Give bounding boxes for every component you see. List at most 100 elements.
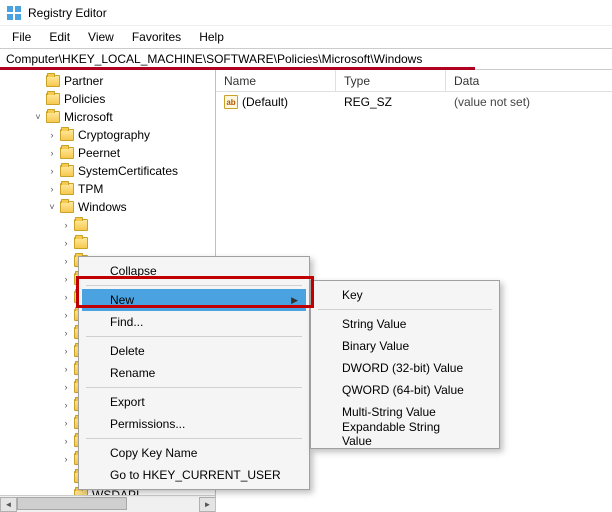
chevron-right-icon[interactable]: › — [60, 273, 72, 285]
chevron-down-icon[interactable]: ˅ — [46, 201, 58, 213]
tree-item[interactable]: Policies — [0, 90, 215, 108]
tree-item-label: SystemCertificates — [78, 164, 178, 178]
chevron-right-icon[interactable]: › — [60, 381, 72, 393]
chevron-right-icon[interactable]: › — [60, 435, 72, 447]
tree-item[interactable]: › — [0, 216, 215, 234]
col-name[interactable]: Name — [216, 70, 336, 91]
menu-item-label: Rename — [110, 366, 155, 380]
menu-item-label: Multi-String Value — [342, 405, 436, 419]
menu-separator — [86, 285, 302, 286]
menu-item-label: Delete — [110, 344, 145, 358]
folder-icon — [74, 237, 88, 249]
tree-item-label: Peernet — [78, 146, 120, 160]
menu-item-delete[interactable]: Delete — [82, 340, 306, 362]
col-data[interactable]: Data — [446, 70, 612, 91]
menu-item-label: Permissions... — [110, 417, 185, 431]
submenu-arrow-icon: ▶ — [291, 295, 298, 306]
menu-item-label: Find... — [110, 315, 143, 329]
menu-item-label: Go to HKEY_CURRENT_USER — [110, 468, 281, 482]
menu-favorites[interactable]: Favorites — [124, 28, 189, 46]
tree-item[interactable]: › Peernet — [0, 144, 215, 162]
menu-view[interactable]: View — [80, 28, 122, 46]
value-data: (value not set) — [446, 95, 612, 109]
tree-item[interactable]: Partner — [0, 72, 215, 90]
chevron-right-icon[interactable]: › — [46, 147, 58, 159]
menu-item-rename[interactable]: Rename — [82, 362, 306, 384]
tree-hscrollbar[interactable]: ◄ ► — [0, 495, 216, 512]
tree-item[interactable]: ˅ Microsoft — [0, 108, 215, 126]
address-bar — [0, 48, 612, 70]
chevron-right-icon[interactable]: › — [60, 309, 72, 321]
chevron-right-icon[interactable]: › — [60, 237, 72, 249]
chevron-right-icon[interactable]: › — [46, 129, 58, 141]
value-name: (Default) — [242, 95, 288, 109]
menu-item-collapse[interactable]: Collapse — [82, 260, 306, 282]
menu-item-find-[interactable]: Find... — [82, 311, 306, 333]
chevron-right-icon[interactable]: › — [60, 399, 72, 411]
tree-item[interactable]: ˅ Windows — [0, 198, 215, 216]
menu-item-label: Key — [342, 288, 363, 302]
folder-icon — [46, 75, 60, 87]
context-submenu-new: Key String Value Binary Value DWORD (32-bit… — [310, 280, 500, 449]
tree-item-label: Cryptography — [78, 128, 150, 142]
submenu-item-binary-value[interactable]: Binary Value — [314, 335, 496, 357]
chevron-right-icon[interactable]: › — [46, 183, 58, 195]
menu-item-go-to-hkey-current-user[interactable]: Go to HKEY_CURRENT_USER — [82, 464, 306, 486]
menu-item-permissions-[interactable]: Permissions... — [82, 413, 306, 435]
submenu-item-dword-bit-value[interactable]: DWORD (32-bit) Value — [314, 357, 496, 379]
menu-separator — [318, 309, 492, 310]
folder-icon — [60, 201, 74, 213]
chevron-right-icon[interactable]: › — [60, 327, 72, 339]
scroll-left-icon[interactable]: ◄ — [0, 497, 17, 512]
tree-item-label: Windows — [78, 200, 127, 214]
menu-item-export[interactable]: Export — [82, 391, 306, 413]
chevron-right-icon[interactable]: › — [60, 345, 72, 357]
menu-help[interactable]: Help — [191, 28, 232, 46]
col-type[interactable]: Type — [336, 70, 446, 91]
chevron-right-icon[interactable]: › — [60, 453, 72, 465]
menu-item-label: QWORD (64-bit) Value — [342, 383, 464, 397]
tree-item[interactable]: › Cryptography — [0, 126, 215, 144]
scroll-thumb[interactable] — [17, 497, 127, 510]
submenu-item-qword-bit-value[interactable]: QWORD (64-bit) Value — [314, 379, 496, 401]
menu-separator — [86, 438, 302, 439]
menu-item-label: String Value — [342, 317, 406, 331]
menu-item-label: Binary Value — [342, 339, 409, 353]
submenu-item-expandable-string-value[interactable]: Expandable String Value — [314, 423, 496, 445]
folder-icon — [46, 93, 60, 105]
chevron-right-icon[interactable]: › — [60, 363, 72, 375]
value-row[interactable]: ab (Default) REG_SZ (value not set) — [216, 92, 612, 112]
chevron-right-icon[interactable]: › — [60, 417, 72, 429]
chevron-right-icon[interactable]: › — [60, 255, 72, 267]
window-title: Registry Editor — [28, 6, 107, 20]
menu-edit[interactable]: Edit — [41, 28, 78, 46]
twisty-none — [32, 75, 44, 87]
chevron-down-icon[interactable]: ˅ — [32, 111, 44, 123]
scroll-right-icon[interactable]: ► — [199, 497, 216, 512]
menu-item-copy-key-name[interactable]: Copy Key Name — [82, 442, 306, 464]
tree-item-label: Partner — [64, 74, 103, 88]
tree-item[interactable]: ›TPM — [0, 180, 215, 198]
menu-item-new[interactable]: New ▶ — [82, 289, 306, 311]
tree-item-label: Microsoft — [64, 110, 113, 124]
scroll-track[interactable] — [17, 497, 199, 512]
menu-separator — [86, 387, 302, 388]
submenu-item-string-value[interactable]: String Value — [314, 313, 496, 335]
menu-item-label: Collapse — [110, 264, 157, 278]
chevron-right-icon[interactable]: › — [60, 219, 72, 231]
menu-item-label: New — [110, 293, 134, 307]
tree-item[interactable]: › — [0, 234, 215, 252]
folder-icon — [74, 219, 88, 231]
submenu-item-key[interactable]: Key — [314, 284, 496, 306]
chevron-right-icon[interactable]: › — [46, 165, 58, 177]
chevron-right-icon[interactable]: › — [60, 291, 72, 303]
main: Partner Policies ˅ Microsoft › Cryptography › P… — [0, 70, 612, 512]
folder-icon — [46, 111, 60, 123]
twisty-none — [60, 471, 72, 483]
tree-item[interactable]: › SystemCertificates — [0, 162, 215, 180]
address-input[interactable] — [4, 51, 608, 67]
titlebar: Registry Editor — [0, 0, 612, 26]
tree-item-label: Policies — [64, 92, 105, 106]
menu-file[interactable]: File — [4, 28, 39, 46]
menu-separator — [86, 336, 302, 337]
